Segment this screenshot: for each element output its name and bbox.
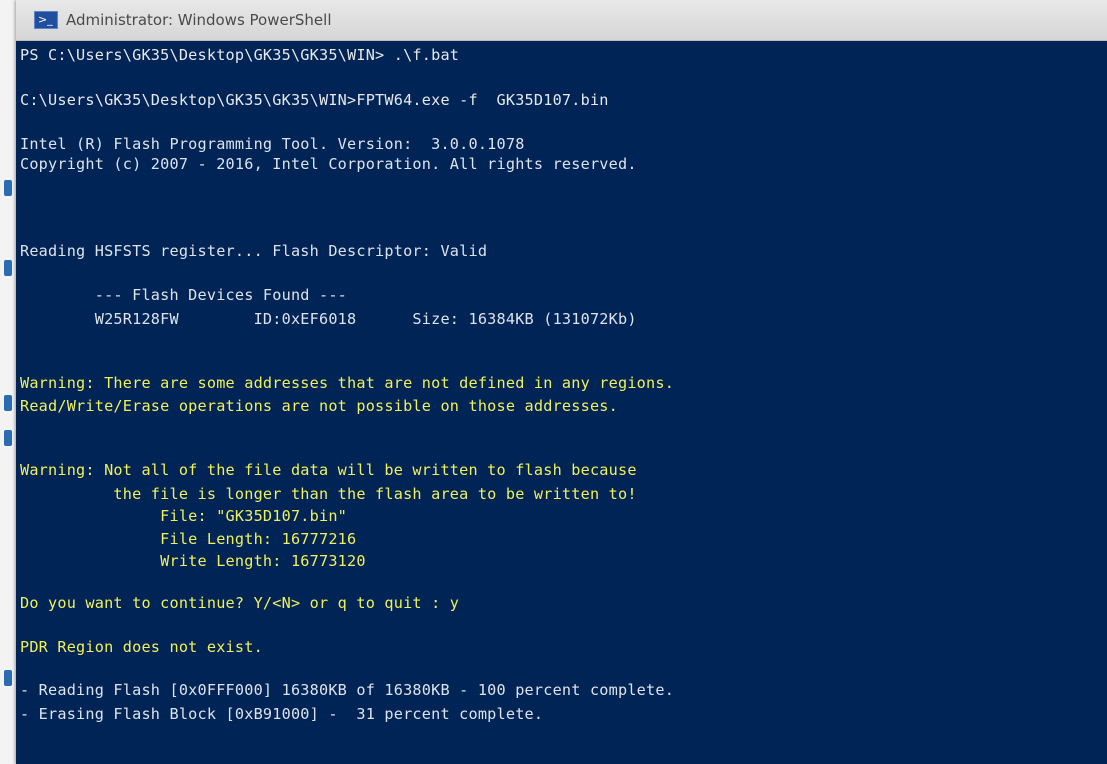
title-bar[interactable]: >_ Administrator: Windows PowerShell — [16, 0, 1107, 41]
desktop-icon-fragment — [4, 260, 12, 276]
console-line-warning-1: Warning: There are some addresses that a… — [20, 374, 675, 392]
console-line-command: C:\Users\GK35\Desktop\GK35\GK35\WIN>FPTW… — [20, 91, 609, 109]
powershell-icon: >_ — [34, 11, 58, 29]
console-line-erasing-progress: - Erasing Flash Block [0xB91000] - 31 pe… — [20, 705, 544, 723]
console-line-copyright: Copyright (c) 2007 - 2016, Intel Corpora… — [20, 155, 637, 173]
window-title: Administrator: Windows PowerShell — [66, 11, 332, 29]
powershell-window[interactable]: >_ Administrator: Windows PowerShell PS … — [16, 0, 1107, 764]
console-line-tool-version: Intel (R) Flash Programming Tool. Versio… — [20, 135, 525, 153]
desktop-icon-fragment — [4, 670, 12, 686]
console-line-hsfsts: Reading HSFSTS register... Flash Descrip… — [20, 242, 488, 260]
console-line-file-name: File: "GK35D107.bin" — [20, 507, 348, 525]
console-line-pdr-region: PDR Region does not exist. — [20, 638, 263, 656]
console-line-warning-2: Warning: Not all of the file data will b… — [20, 461, 637, 479]
console-line-prompt: PS C:\Users\GK35\Desktop\GK35\GK35\WIN> … — [20, 46, 460, 64]
console-line-warning-2b: the file is longer than the flash area t… — [20, 485, 637, 503]
console-line-device-info: W25R128FW ID:0xEF6018 Size: 16384KB (131… — [20, 310, 637, 328]
console-output[interactable]: PS C:\Users\GK35\Desktop\GK35\GK35\WIN> … — [16, 40, 1107, 764]
console-line-file-length: File Length: 16777216 — [20, 530, 357, 548]
console-line-continue-prompt: Do you want to continue? Y/<N> or q to q… — [20, 594, 460, 612]
desktop-icon-fragment — [4, 180, 12, 196]
console-line-reading-progress: - Reading Flash [0x0FFF000] 16380KB of 1… — [20, 681, 675, 699]
console-line-warning-1b: Read/Write/Erase operations are not poss… — [20, 397, 618, 415]
desktop-icon-fragment — [4, 395, 12, 411]
desktop-icon-fragment — [4, 430, 12, 446]
console-line-devices-header: --- Flash Devices Found --- — [20, 286, 348, 304]
console-line-write-length: Write Length: 16773120 — [20, 552, 366, 570]
